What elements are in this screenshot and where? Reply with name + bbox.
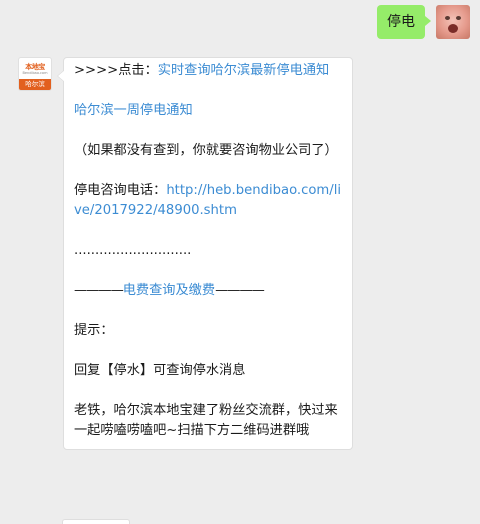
outgoing-message-row: 停电: [377, 5, 470, 39]
avatar-brand-url: Bendibao.com: [22, 70, 48, 75]
separator-right: ————: [215, 283, 265, 298]
incoming-message-row: 本地宝 Bendibao.com 哈尔滨 >>>>点击：实时查询哈尔滨最新停电通…: [18, 57, 353, 450]
hotline-label: 停电咨询电话：: [74, 183, 167, 198]
hotline-line: 停电咨询电话：http://heb.bendibao.com/live/2017…: [74, 181, 344, 221]
user-avatar[interactable]: [436, 5, 470, 39]
avatar-city: 哈尔滨: [19, 79, 51, 90]
separator-left: ————: [74, 283, 124, 298]
water-outage-reply-hint: 回复【停水】可查询停水消息: [74, 363, 246, 378]
dotted-divider: ............................: [74, 243, 192, 258]
weekly-outage-link[interactable]: 哈尔滨一周停电通知: [74, 103, 193, 118]
electricity-fee-line: ————电费查询及缴费————: [74, 281, 344, 301]
click-prefix: >>>>点击：: [74, 63, 158, 78]
realtime-outage-link[interactable]: 实时查询哈尔滨最新停电通知: [158, 63, 329, 78]
avatar-brand-name: 本地宝: [25, 62, 45, 71]
realtime-query-line: >>>>点击：实时查询哈尔滨最新停电通知: [74, 61, 344, 81]
avatar-mouth: [448, 24, 458, 33]
outgoing-message-bubble[interactable]: 停电: [377, 5, 431, 39]
avatar-logo: 本地宝 Bendibao.com: [19, 58, 51, 79]
electricity-fee-link[interactable]: 电费查询及缴费: [123, 283, 215, 298]
fan-group-invite: 老铁，哈尔滨本地宝建了粉丝交流群，快过来一起唠嗑唠嗑吧~扫描下方二维码进群哦: [74, 403, 338, 438]
incoming-message-bubble: >>>>点击：实时查询哈尔滨最新停电通知 哈尔滨一周停电通知 （如果都没有查到，…: [57, 57, 353, 450]
tip-label: 提示：: [74, 323, 114, 338]
official-account-avatar[interactable]: 本地宝 Bendibao.com 哈尔滨: [18, 57, 52, 91]
avatar-eye-right: [456, 16, 461, 20]
next-message-bubble-edge: [62, 519, 130, 524]
property-note: （如果都没有查到，你就要咨询物业公司了）: [74, 143, 338, 158]
avatar-eye-left: [445, 16, 450, 20]
weekly-outage-line: 哈尔滨一周停电通知: [74, 101, 344, 121]
